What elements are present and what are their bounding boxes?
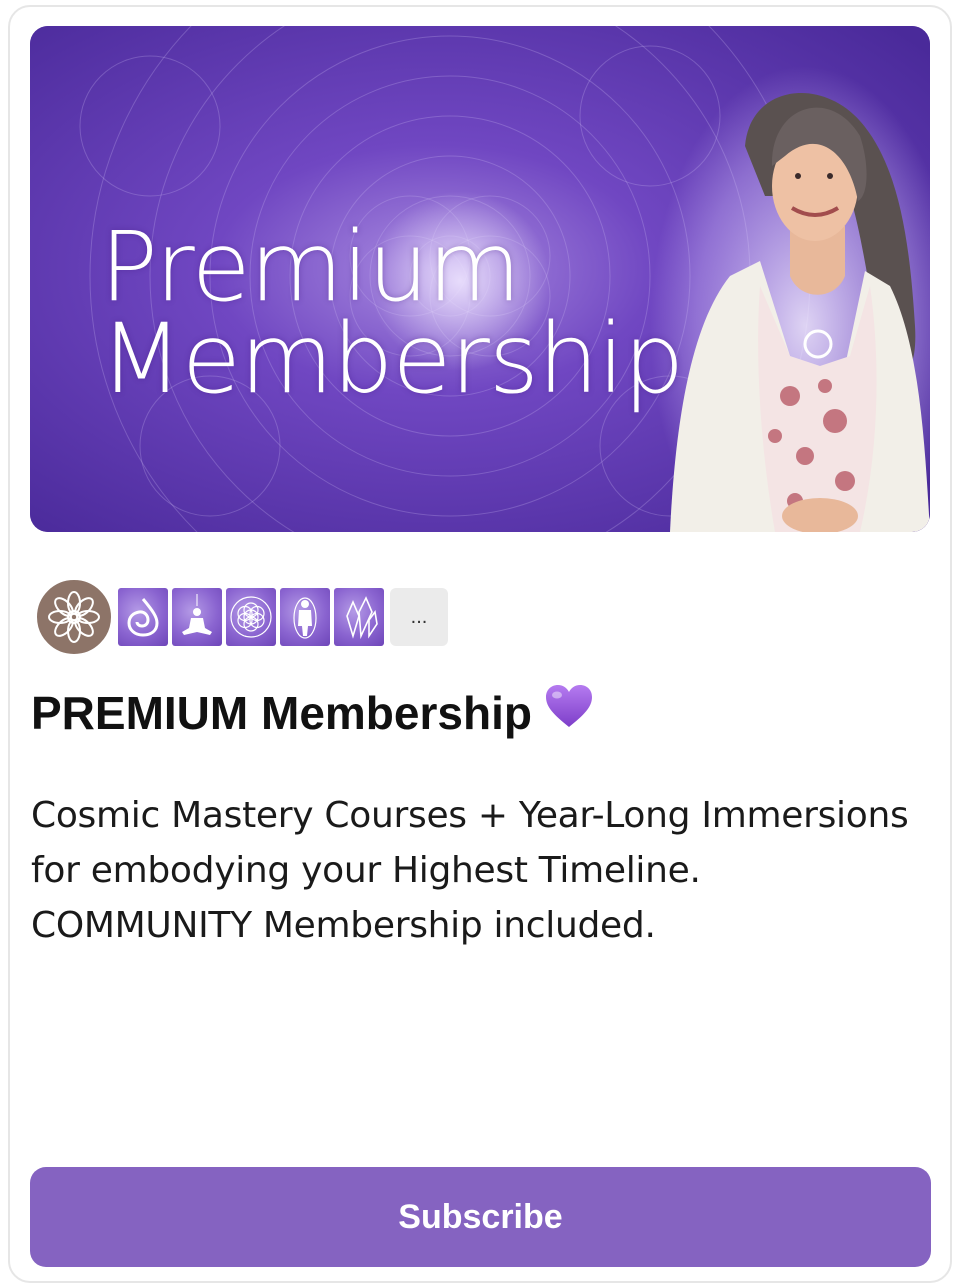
purple-heart-icon <box>544 683 594 743</box>
banner-title-line1: Premium <box>100 211 521 323</box>
spiral-icon[interactable] <box>118 588 168 646</box>
membership-title: PREMIUM Membership <box>31 683 594 743</box>
crystal-icon[interactable] <box>334 588 384 646</box>
banner-title: Premium Membership <box>100 211 684 415</box>
membership-title-text: PREMIUM Membership <box>31 687 532 739</box>
banner-title-line2: Membership <box>100 303 684 415</box>
membership-banner-image[interactable]: Premium Membership <box>30 26 930 532</box>
flower-of-life-icon[interactable] <box>226 588 276 646</box>
lotus-icon[interactable] <box>34 577 114 657</box>
included-courses-row: ... <box>34 577 448 657</box>
more-courses-button[interactable]: ... <box>390 588 448 646</box>
meditation-icon[interactable] <box>172 588 222 646</box>
membership-description: Cosmic Mastery Courses + Year-Long Immer… <box>31 795 909 946</box>
figure-icon[interactable] <box>280 588 330 646</box>
subscribe-button[interactable]: Subscribe <box>30 1167 931 1267</box>
